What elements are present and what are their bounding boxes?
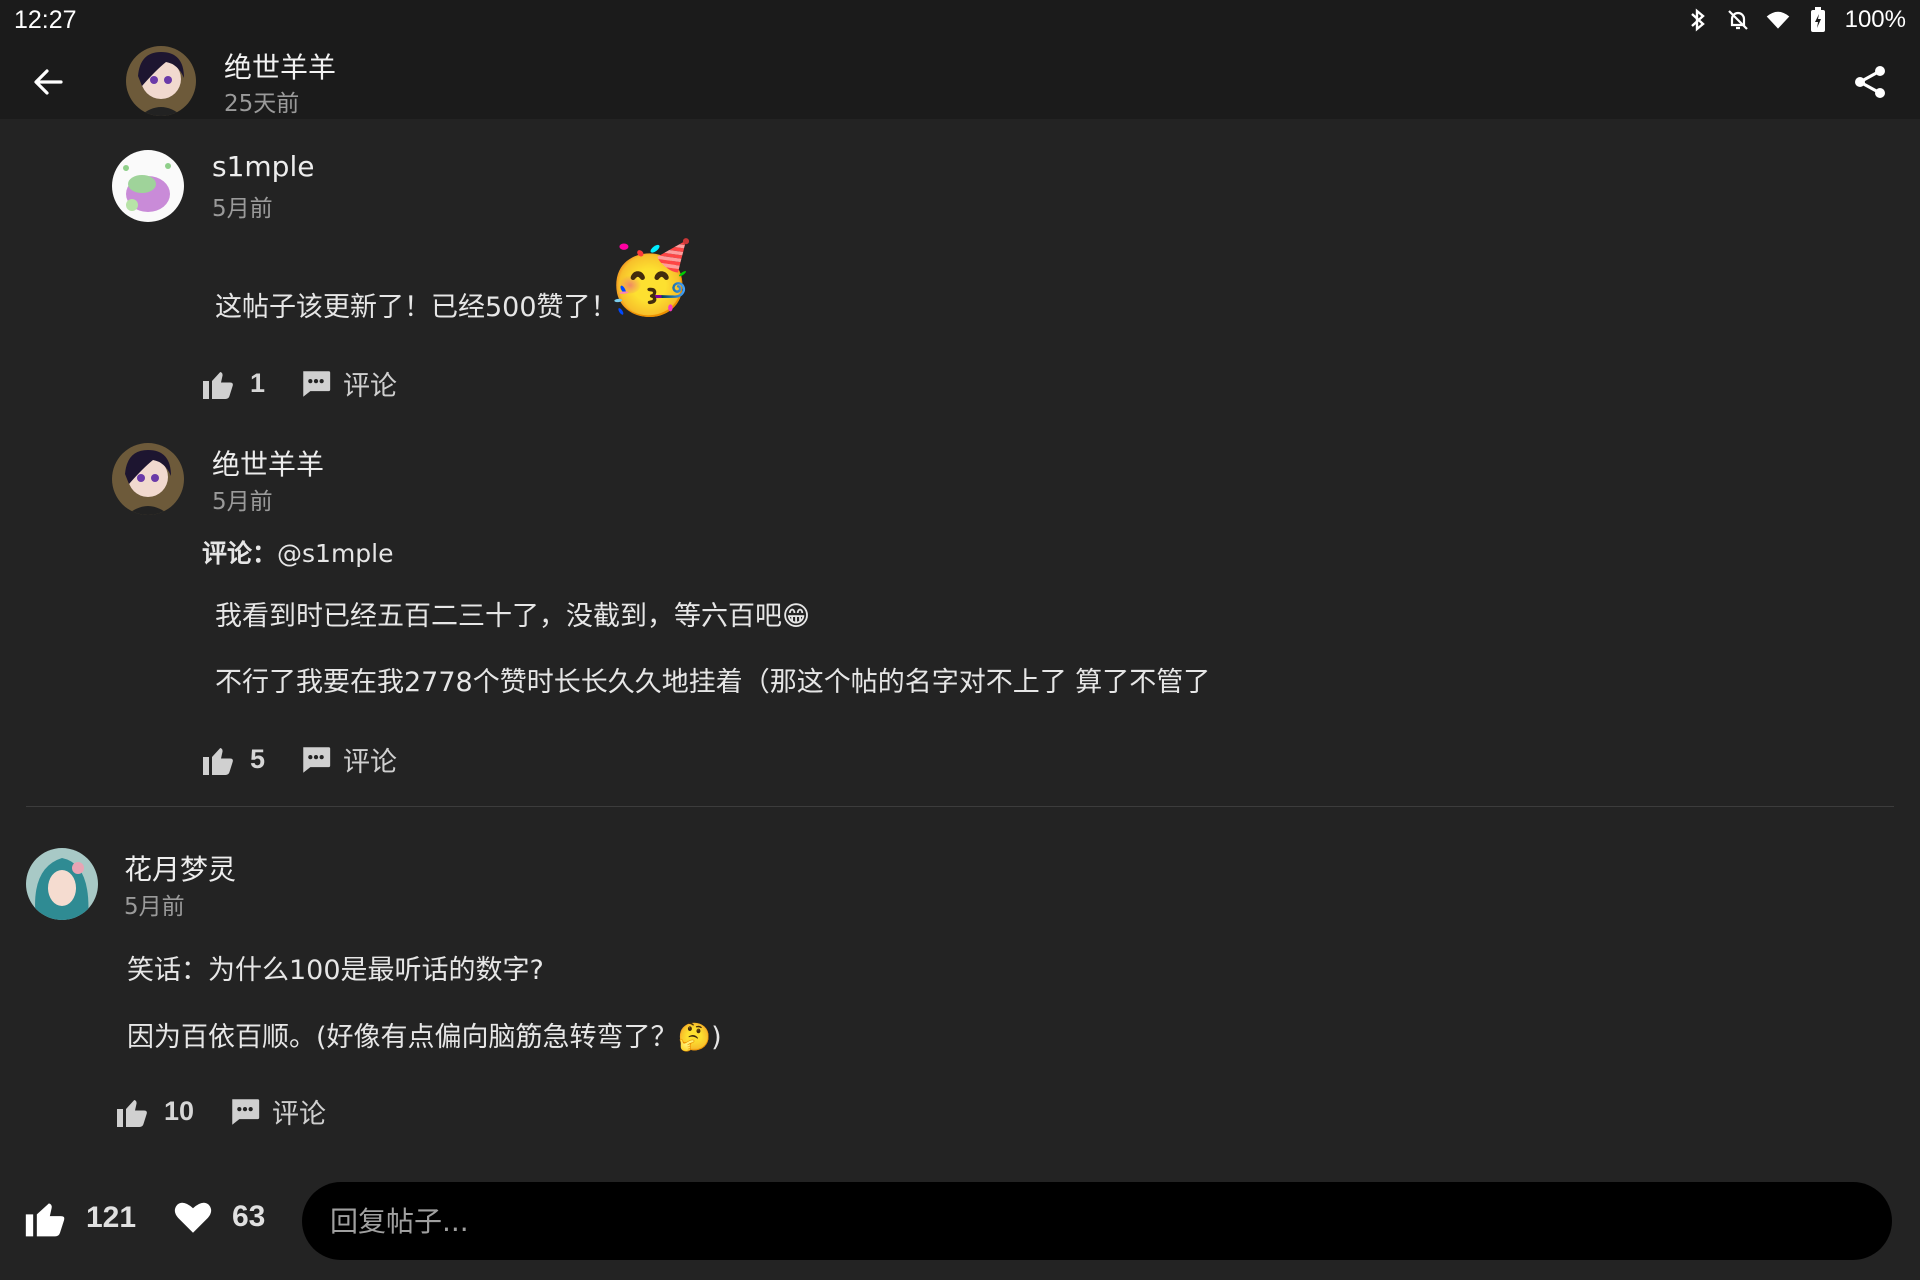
reply-input[interactable] xyxy=(302,1182,1892,1260)
thumbs-up-icon xyxy=(203,747,233,775)
comment-text-line: 我看到时已经五百二三十了，没截到，等六百吧😁 xyxy=(215,601,811,632)
thumbs-up-icon xyxy=(25,1203,65,1237)
comment-username[interactable]: 花月梦灵 xyxy=(124,848,236,888)
status-icons: 100% xyxy=(1685,6,1906,34)
comment-actions: 5 评论 xyxy=(200,740,397,779)
comment-label[interactable]: 评论 xyxy=(343,364,397,403)
battery-level: 100% xyxy=(1844,6,1906,33)
comment-text-line: 因为百依百顺。(好像有点偏向脑筋急转弯了？🤔) xyxy=(127,1022,722,1053)
comment-text: 这帖子该更新了！已经500赞了！ xyxy=(215,285,618,324)
bottom-action-bar: 121 63 xyxy=(0,1160,1920,1280)
comment-username[interactable]: s1mple xyxy=(212,150,314,183)
comment-time: 5月前 xyxy=(212,489,273,515)
comment-divider xyxy=(26,806,1894,807)
reply-prefix: 评论： xyxy=(202,539,278,568)
author-avatar[interactable] xyxy=(126,46,196,116)
bell-off-icon xyxy=(1725,7,1751,33)
post-like-count: 121 xyxy=(86,1201,137,1234)
back-button[interactable] xyxy=(24,58,72,106)
bluetooth-icon xyxy=(1685,7,1711,33)
like-button[interactable] xyxy=(200,742,236,778)
heart-icon xyxy=(174,1202,212,1233)
comment-bubble-icon xyxy=(303,370,331,397)
comment-label[interactable]: 评论 xyxy=(343,740,397,779)
reply-reference: 评论：@s1mple xyxy=(202,534,394,570)
comment-label[interactable]: 评论 xyxy=(272,1092,326,1131)
like-count: 10 xyxy=(164,1096,195,1126)
thumbs-up-icon xyxy=(117,1099,147,1127)
comment-text-line: 不行了我要在我2778个赞时长长久久地挂着（那这个帖的名字对不上了 算了不管了 xyxy=(215,667,1211,698)
comment-button[interactable] xyxy=(299,743,333,777)
post-favorite-count: 63 xyxy=(232,1200,266,1233)
comment-text-line: 这帖子该更新了！已经500赞了！ xyxy=(215,292,618,323)
like-count: 1 xyxy=(250,368,266,398)
share-button[interactable] xyxy=(1846,58,1894,106)
comment-button[interactable] xyxy=(228,1095,262,1129)
like-button[interactable] xyxy=(114,1094,150,1130)
comment-bubble-icon xyxy=(232,1098,260,1125)
comment-button[interactable] xyxy=(299,367,333,401)
reply-mention[interactable]: @s1mple xyxy=(277,539,393,568)
like-button[interactable] xyxy=(200,366,236,402)
comment-time: 5月前 xyxy=(212,196,273,222)
comment-bubble-icon xyxy=(303,746,331,773)
status-bar: 12:27 100% xyxy=(0,0,1920,44)
status-time: 12:27 xyxy=(14,6,77,34)
comment-avatar[interactable] xyxy=(26,848,98,920)
comment-username[interactable]: 绝世羊羊 xyxy=(212,443,324,483)
wifi-icon xyxy=(1765,7,1791,33)
back-arrow-icon xyxy=(34,69,63,95)
comment-time: 5月前 xyxy=(124,894,185,920)
comment-avatar[interactable] xyxy=(112,443,184,515)
comment-actions: 10 评论 xyxy=(114,1092,326,1131)
like-count: 5 xyxy=(250,744,266,774)
party-face-emoji: 🥳 xyxy=(606,237,694,319)
comment-actions: 1 评论 xyxy=(200,364,397,403)
thumbs-up-icon xyxy=(203,371,233,399)
share-icon xyxy=(1855,66,1885,98)
post-like-button[interactable]: 121 xyxy=(24,1196,136,1240)
post-header: 绝世羊羊 25天前 xyxy=(0,44,1920,119)
battery-icon xyxy=(1805,7,1831,33)
post-time: 25天前 xyxy=(224,91,300,117)
comment-avatar[interactable] xyxy=(112,150,184,222)
author-name[interactable]: 绝世羊羊 xyxy=(224,46,336,86)
comment-text-line: 笑话：为什么100是最听话的数字? xyxy=(127,955,544,986)
post-favorite-button[interactable]: 63 xyxy=(172,1196,265,1238)
